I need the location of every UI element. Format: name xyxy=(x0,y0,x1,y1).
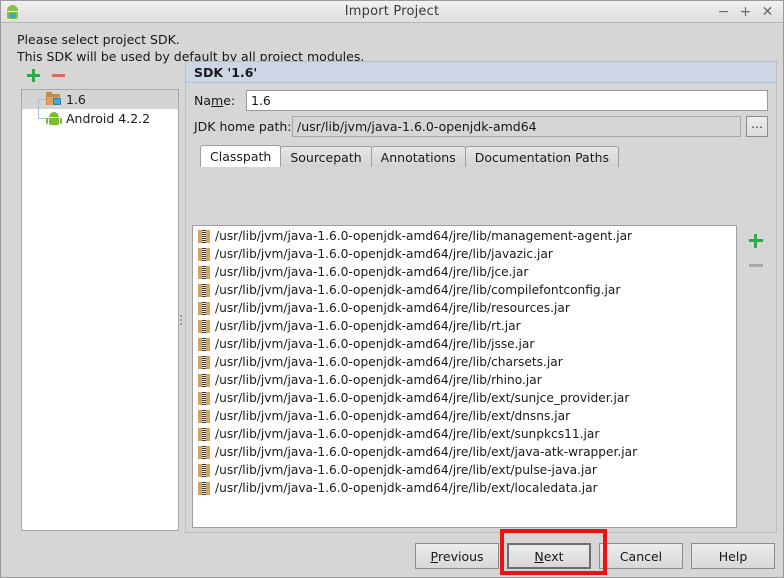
jar-file-icon xyxy=(197,445,211,459)
classpath-list-item[interactable]: /usr/lib/jvm/java-1.6.0-openjdk-amd64/jr… xyxy=(193,479,736,497)
classpath-entry-path: /usr/lib/jvm/java-1.6.0-openjdk-amd64/jr… xyxy=(215,373,542,387)
sdk-tree-item-android[interactable]: Android 4.2.2 xyxy=(22,99,178,128)
classpath-list-item[interactable]: /usr/lib/jvm/java-1.6.0-openjdk-amd64/jr… xyxy=(193,299,736,317)
classpath-entry-path: /usr/lib/jvm/java-1.6.0-openjdk-amd64/jr… xyxy=(215,445,638,459)
classpath-entry-path: /usr/lib/jvm/java-1.6.0-openjdk-amd64/jr… xyxy=(215,481,598,495)
sdk-tree[interactable]: 1.6 Android 4.2.2 xyxy=(21,89,179,531)
classpath-list-item[interactable]: /usr/lib/jvm/java-1.6.0-openjdk-amd64/jr… xyxy=(193,371,736,389)
android-icon xyxy=(46,111,62,126)
classpath-list-item[interactable]: /usr/lib/jvm/java-1.6.0-openjdk-amd64/jr… xyxy=(193,353,736,371)
jdk-home-path-label: JDK home path: xyxy=(194,118,292,134)
classpath-list-item[interactable]: /usr/lib/jvm/java-1.6.0-openjdk-amd64/jr… xyxy=(193,335,736,353)
tab-annotations[interactable]: Annotations xyxy=(370,146,466,167)
name-input[interactable] xyxy=(246,89,768,111)
classpath-entry-path: /usr/lib/jvm/java-1.6.0-openjdk-amd64/jr… xyxy=(215,247,553,261)
jar-file-icon xyxy=(197,463,211,477)
jar-file-icon xyxy=(197,247,211,261)
jar-file-icon xyxy=(197,409,211,423)
jar-file-icon xyxy=(197,337,211,351)
classpath-list-item[interactable]: /usr/lib/jvm/java-1.6.0-openjdk-amd64/jr… xyxy=(193,281,736,299)
previous-button[interactable]: Previous xyxy=(415,543,499,569)
classpath-entry-path: /usr/lib/jvm/java-1.6.0-openjdk-amd64/jr… xyxy=(215,265,529,279)
jar-file-icon xyxy=(197,373,211,387)
remove-sdk-icon[interactable] xyxy=(52,69,65,82)
classpath-entry-path: /usr/lib/jvm/java-1.6.0-openjdk-amd64/jr… xyxy=(215,391,630,405)
browse-jdk-home-button[interactable]: … xyxy=(746,115,768,137)
jdk-folder-icon xyxy=(46,92,62,107)
window-title: Import Project xyxy=(344,4,440,19)
jar-file-icon xyxy=(197,265,211,279)
minimize-icon[interactable]: − xyxy=(717,5,730,19)
help-button[interactable]: Help xyxy=(691,543,775,569)
jar-file-icon xyxy=(197,355,211,369)
cancel-button[interactable]: Cancel xyxy=(599,543,683,569)
jar-file-icon xyxy=(197,301,211,315)
add-classpath-entry-icon[interactable] xyxy=(748,234,763,248)
name-field-row: Name: xyxy=(186,87,776,113)
classpath-entry-path: /usr/lib/jvm/java-1.6.0-openjdk-amd64/jr… xyxy=(215,355,563,369)
close-icon[interactable]: ✕ xyxy=(761,5,774,19)
add-sdk-icon[interactable] xyxy=(27,68,40,82)
classpath-area: /usr/lib/jvm/java-1.6.0-openjdk-amd64/jr… xyxy=(192,225,772,528)
maximize-icon[interactable]: + xyxy=(739,5,752,19)
classpath-list-item[interactable]: /usr/lib/jvm/java-1.6.0-openjdk-amd64/jr… xyxy=(193,407,736,425)
classpath-list-item[interactable]: /usr/lib/jvm/java-1.6.0-openjdk-amd64/jr… xyxy=(193,245,736,263)
sdk-tree-item-jdk[interactable]: 1.6 xyxy=(22,90,178,109)
classpath-list-item[interactable]: /usr/lib/jvm/java-1.6.0-openjdk-amd64/jr… xyxy=(193,461,736,479)
next-button[interactable]: Next xyxy=(507,543,591,569)
jar-file-icon xyxy=(197,481,211,495)
jar-file-icon xyxy=(197,283,211,297)
classpath-entry-path: /usr/lib/jvm/java-1.6.0-openjdk-amd64/jr… xyxy=(215,427,600,441)
classpath-entry-path: /usr/lib/jvm/java-1.6.0-openjdk-amd64/jr… xyxy=(215,337,535,351)
classpath-entry-path: /usr/lib/jvm/java-1.6.0-openjdk-amd64/jr… xyxy=(215,319,521,333)
classpath-entry-path: /usr/lib/jvm/java-1.6.0-openjdk-amd64/jr… xyxy=(215,409,571,423)
import-project-dialog: Import Project − + ✕ Please select proje… xyxy=(0,0,784,578)
jdk-home-path-row: JDK home path: … xyxy=(186,113,776,139)
android-robot-icon xyxy=(5,4,21,20)
window-controls: − + ✕ xyxy=(717,5,783,19)
sdk-detail-header: SDK '1.6' xyxy=(186,62,776,83)
classpath-list-item[interactable]: /usr/lib/jvm/java-1.6.0-openjdk-amd64/jr… xyxy=(193,227,736,245)
classpath-list-item[interactable]: /usr/lib/jvm/java-1.6.0-openjdk-amd64/jr… xyxy=(193,389,736,407)
dialog-button-bar: Previous Next Cancel Help xyxy=(1,543,775,569)
classpath-list-item[interactable]: /usr/lib/jvm/java-1.6.0-openjdk-amd64/jr… xyxy=(193,317,736,335)
tab-documentation-paths[interactable]: Documentation Paths xyxy=(464,146,620,167)
classpath-list[interactable]: /usr/lib/jvm/java-1.6.0-openjdk-amd64/jr… xyxy=(192,225,737,528)
classpath-entry-path: /usr/lib/jvm/java-1.6.0-openjdk-amd64/jr… xyxy=(215,229,633,243)
panel-splitter[interactable] xyxy=(179,311,183,329)
classpath-list-item[interactable]: /usr/lib/jvm/java-1.6.0-openjdk-amd64/jr… xyxy=(193,425,736,443)
title-bar: Import Project − + ✕ xyxy=(1,1,783,23)
sdk-tree-item-label: Android 4.2.2 xyxy=(66,111,151,126)
jdk-home-path-input[interactable] xyxy=(292,115,741,137)
classpath-entry-path: /usr/lib/jvm/java-1.6.0-openjdk-amd64/jr… xyxy=(215,283,621,297)
tab-sourcepath[interactable]: Sourcepath xyxy=(280,146,372,167)
sdk-detail-tabs: Classpath Sourcepath Annotations Documen… xyxy=(200,145,776,167)
prompt-line-1: Please select project SDK. xyxy=(17,32,180,47)
sdk-tree-item-label: 1.6 xyxy=(66,92,86,107)
sdk-detail-panel: SDK '1.6' Name: JDK home path: … Classpa… xyxy=(185,61,777,533)
classpath-list-item[interactable]: /usr/lib/jvm/java-1.6.0-openjdk-amd64/jr… xyxy=(193,263,736,281)
classpath-toolbar xyxy=(740,225,771,528)
classpath-entry-path: /usr/lib/jvm/java-1.6.0-openjdk-amd64/jr… xyxy=(215,301,570,315)
tab-classpath[interactable]: Classpath xyxy=(200,145,282,167)
remove-classpath-entry-icon xyxy=(748,259,763,273)
name-label: Name: xyxy=(194,92,236,108)
jar-file-icon xyxy=(197,229,211,243)
sdk-toolbar xyxy=(9,63,179,87)
classpath-list-item[interactable]: /usr/lib/jvm/java-1.6.0-openjdk-amd64/jr… xyxy=(193,443,736,461)
jar-file-icon xyxy=(197,427,211,441)
jar-file-icon xyxy=(197,391,211,405)
jar-file-icon xyxy=(197,319,211,333)
classpath-entry-path: /usr/lib/jvm/java-1.6.0-openjdk-amd64/jr… xyxy=(215,463,597,477)
sdk-list-panel: 1.6 Android 4.2.2 xyxy=(9,63,179,533)
